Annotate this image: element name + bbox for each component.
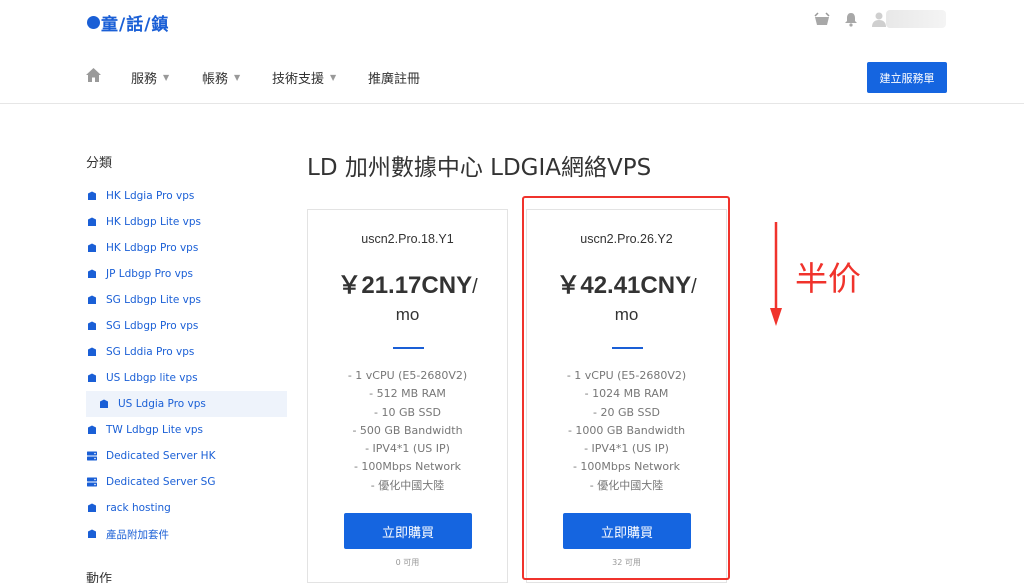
- box-icon: [87, 503, 97, 513]
- sidebar-item-label: Dedicated Server HK: [106, 450, 216, 462]
- box-icon: [87, 529, 97, 539]
- feature-item: - 500 GB Bandwidth: [352, 423, 463, 437]
- sidebar-item-label: Dedicated Server SG: [106, 476, 216, 488]
- sidebar-item[interactable]: SG Ldbgp Pro vps: [86, 313, 291, 339]
- page-title: LD 加州數據中心 LDGIA網絡VPS: [307, 155, 652, 181]
- nav-affiliates[interactable]: 推廣註冊: [368, 68, 420, 87]
- nav-billing[interactable]: 帳務 ▼: [202, 68, 240, 87]
- box-icon: [87, 217, 97, 227]
- feature-item: - 10 GB SSD: [374, 405, 441, 419]
- sidebar-item[interactable]: HK Ldbgp Lite vps: [86, 209, 291, 235]
- sidebar-actions-title: 動作: [86, 572, 113, 583]
- chevron-down-icon: ▼: [234, 73, 241, 82]
- logo-text: 童/話/鎮: [101, 14, 170, 35]
- sidebar-item[interactable]: rack hosting: [86, 495, 291, 521]
- user-name-redacted: [886, 10, 946, 28]
- box-icon: [87, 243, 97, 253]
- product-name: uscn2.Pro.18.Y1: [361, 232, 454, 246]
- top-bar: 童/話/鎮: [0, 0, 1024, 46]
- open-ticket-button[interactable]: 建立服務單: [867, 62, 947, 93]
- arrow-down-icon: [768, 222, 784, 333]
- sidebar-title: 分類: [86, 156, 113, 171]
- sidebar-item[interactable]: JP Ldbgp Pro vps: [86, 261, 291, 287]
- nav-label: 技術支援: [272, 72, 325, 87]
- nav-label: 服務: [131, 72, 158, 87]
- sidebar-item-label: HK Ldbgp Pro vps: [106, 242, 199, 254]
- availability-count: 0 可用: [395, 558, 420, 567]
- feature-item: - 512 MB RAM: [369, 387, 446, 401]
- sidebar-item-label: 產品附加套件: [106, 528, 169, 541]
- box-icon: [87, 191, 97, 201]
- sidebar-item-label: rack hosting: [106, 502, 171, 514]
- divider: [393, 347, 424, 349]
- category-list: HK Ldgia Pro vps HK Ldbgp Lite vps HK Ldbg…: [86, 183, 291, 547]
- chevron-down-icon: ▼: [163, 73, 170, 82]
- sidebar-item-label: US Ldgia Pro vps: [118, 398, 206, 410]
- product-price: ￥21.17CNY/: [308, 270, 507, 303]
- price-slash: /: [472, 276, 478, 298]
- chevron-down-icon: ▼: [330, 73, 337, 82]
- home-icon[interactable]: [86, 68, 101, 87]
- sidebar-item-label: SG Lddia Pro vps: [106, 346, 195, 358]
- sidebar-item[interactable]: SG Ldbgp Lite vps: [86, 287, 291, 313]
- price-amount: ￥21.17CNY: [337, 272, 473, 299]
- sidebar-item-label: SG Ldbgp Lite vps: [106, 294, 202, 306]
- sidebar-item[interactable]: 產品附加套件: [86, 521, 291, 547]
- box-icon: [87, 373, 97, 383]
- sidebar-item-label: HK Ldbgp Lite vps: [106, 216, 201, 228]
- sidebar-item[interactable]: HK Ldbgp Pro vps: [86, 235, 291, 261]
- main-nav: 服務 ▼ 帳務 ▼ 技術支援 ▼ 推廣註冊 建立服務單: [0, 46, 1024, 104]
- basket-icon[interactable]: [814, 12, 830, 26]
- sidebar-item[interactable]: US Ldgia Pro vps: [86, 391, 287, 417]
- billing-period: mo: [395, 305, 420, 324]
- box-icon: [87, 321, 97, 331]
- logo-mark: [87, 15, 100, 29]
- header-actions: [814, 10, 946, 28]
- buy-now-button[interactable]: 立即購買: [344, 513, 472, 549]
- sidebar-item[interactable]: Dedicated Server SG: [86, 469, 291, 495]
- highlight-box: [522, 196, 730, 580]
- box-icon: [87, 425, 97, 435]
- product-card: uscn2.Pro.18.Y1 ￥21.17CNY/ mo - 1 vCPU (…: [307, 209, 508, 583]
- feature-item: - IPV4*1 (US IP): [365, 442, 450, 456]
- sidebar-item-label: HK Ldgia Pro vps: [106, 190, 195, 202]
- feature-item: - 優化中國大陸: [370, 478, 445, 492]
- bell-icon[interactable]: [844, 12, 858, 27]
- feature-item: - 1 vCPU (E5-2680V2): [347, 369, 468, 382]
- feature-item: - 100Mbps Network: [353, 460, 462, 474]
- half-price-annotation: 半价: [795, 259, 861, 298]
- box-icon: [87, 269, 97, 279]
- feature-list: - 1 vCPU (E5-2680V2) - 512 MB RAM - 10 G…: [308, 367, 507, 495]
- box-icon: [99, 399, 109, 409]
- sidebar-item[interactable]: SG Lddia Pro vps: [86, 339, 291, 365]
- box-icon: [87, 347, 97, 357]
- sidebar-item[interactable]: HK Ldgia Pro vps: [86, 183, 291, 209]
- sidebar-item-label: JP Ldbgp Pro vps: [106, 268, 193, 280]
- sidebar-item[interactable]: TW Ldbgp Lite vps: [86, 417, 291, 443]
- brand-logo[interactable]: 童/話/鎮: [87, 11, 170, 35]
- nav-services[interactable]: 服務 ▼: [131, 68, 169, 87]
- server-icon: [87, 451, 97, 461]
- nav-support[interactable]: 技術支援 ▼: [272, 68, 336, 87]
- box-icon: [87, 295, 97, 305]
- nav-label: 推廣註冊: [368, 72, 421, 87]
- sidebar-item-label: TW Ldbgp Lite vps: [106, 424, 204, 436]
- server-icon: [87, 477, 97, 487]
- nav-label: 帳務: [202, 72, 229, 87]
- sidebar-item[interactable]: US Ldbgp lite vps: [86, 365, 291, 391]
- sidebar-item[interactable]: Dedicated Server HK: [86, 443, 291, 469]
- sidebar-item-label: SG Ldbgp Pro vps: [106, 320, 199, 332]
- category-sidebar: 分類 HK Ldgia Pro vps HK Ldbgp Lite vps HK L…: [86, 152, 291, 547]
- user-icon[interactable]: [872, 10, 946, 28]
- sidebar-item-label: US Ldbgp lite vps: [106, 372, 198, 384]
